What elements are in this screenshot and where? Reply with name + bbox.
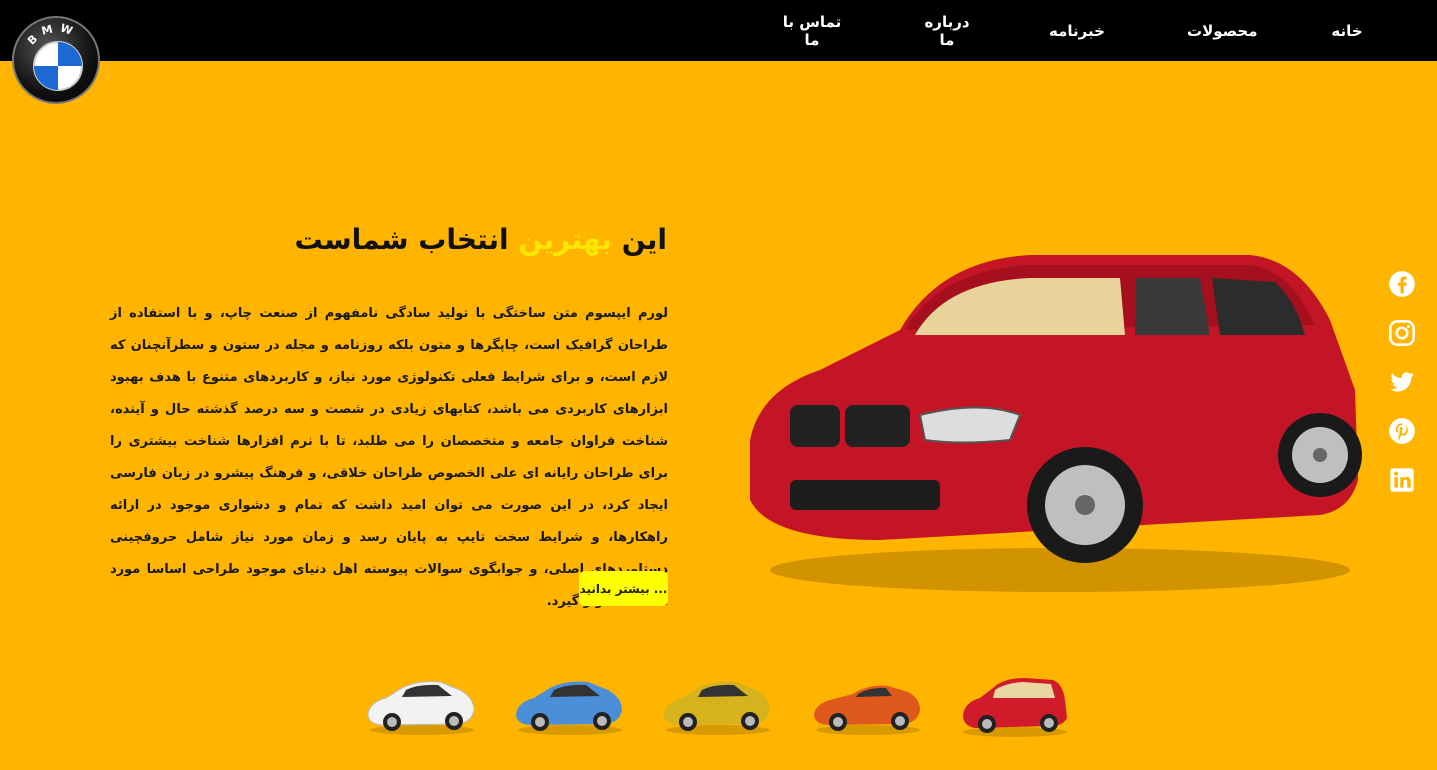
hero-title-end: انتخاب شماست bbox=[294, 223, 509, 256]
main-nav: خانه محصولات خبرنامه درباره ما تماس با م… bbox=[777, 0, 1367, 61]
hero-title: این بهترین انتخاب شماست bbox=[295, 223, 668, 256]
hero-title-highlight: بهترین bbox=[518, 223, 612, 256]
brand-logo[interactable]: BMW bbox=[12, 16, 100, 104]
instagram-icon[interactable] bbox=[1388, 319, 1416, 347]
twitter-icon[interactable] bbox=[1388, 368, 1416, 396]
car-thumbnails bbox=[360, 670, 1080, 740]
nav-newsletter[interactable]: خبرنامه bbox=[1047, 22, 1107, 40]
top-navbar: خانه محصولات خبرنامه درباره ما تماس با م… bbox=[0, 0, 1437, 61]
thumbnail-blue-sedan[interactable] bbox=[510, 670, 630, 740]
hero-paragraph: لورم ایپسوم متن ساختگی با تولید سادگی نا… bbox=[110, 306, 668, 609]
nav-products[interactable]: محصولات bbox=[1187, 22, 1258, 40]
bmw-logo-icon: BMW bbox=[25, 21, 83, 91]
thumbnail-orange-roadster[interactable] bbox=[808, 670, 928, 740]
social-links bbox=[1388, 270, 1418, 515]
thumbnail-yellow-sedan[interactable] bbox=[658, 670, 778, 740]
nav-about[interactable]: درباره ما bbox=[917, 13, 977, 49]
linkedin-icon[interactable] bbox=[1388, 466, 1416, 494]
learn-more-button[interactable]: بیشتر بدانید ... bbox=[579, 571, 668, 606]
main-car-image bbox=[750, 255, 1362, 592]
nav-home[interactable]: خانه bbox=[1327, 22, 1367, 40]
nav-contact[interactable]: تماس با ما bbox=[777, 13, 847, 49]
pinterest-icon[interactable] bbox=[1388, 417, 1416, 445]
facebook-icon[interactable] bbox=[1388, 270, 1416, 298]
hero-title-start: این bbox=[621, 223, 667, 256]
thumbnail-white-sedan[interactable] bbox=[362, 670, 482, 740]
thumbnail-red-suv[interactable] bbox=[955, 670, 1075, 740]
